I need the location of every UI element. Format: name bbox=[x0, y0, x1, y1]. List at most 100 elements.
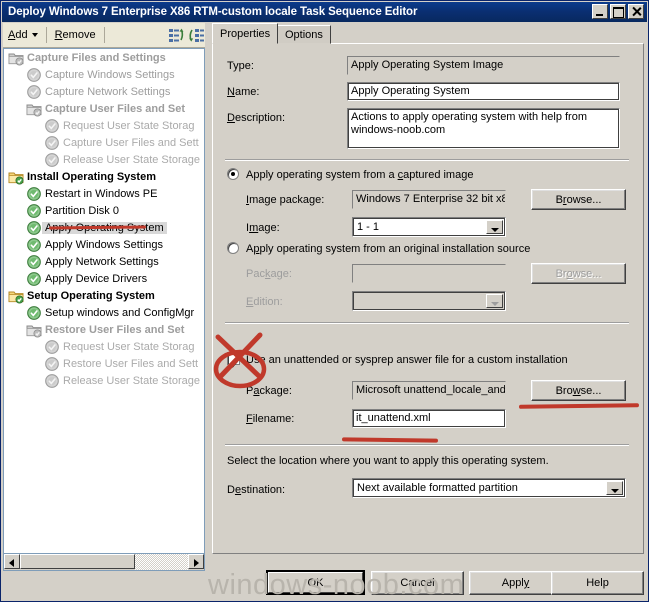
step-gray-icon bbox=[44, 118, 60, 134]
radio-captured-image[interactable] bbox=[227, 168, 239, 180]
tree-item-label: Partition Disk 0 bbox=[45, 204, 119, 217]
help-button-label: Help bbox=[586, 577, 609, 589]
tree-item[interactable]: Install Operating System bbox=[4, 168, 204, 185]
add-button[interactable]: Add bbox=[3, 26, 43, 44]
image-package-browse-button[interactable]: Br owse... bbox=[531, 189, 626, 210]
tree-item-label: Install Operating System bbox=[27, 170, 156, 183]
chevron-down-icon bbox=[486, 294, 503, 308]
edition-combobox bbox=[352, 291, 506, 311]
filename-input[interactable]: it_unattend.xml bbox=[352, 409, 506, 428]
tree-item-label: Capture User Files and Sett bbox=[63, 136, 199, 149]
tree-item[interactable]: Restore User Files and Sett bbox=[4, 355, 204, 372]
tree-item[interactable]: Restart in Windows PE bbox=[4, 185, 204, 202]
unattend-package-value: Microsoft unattend_locale_and bbox=[352, 381, 506, 400]
tree-item-label: Release User State Storage bbox=[63, 153, 200, 166]
folder-gray-icon bbox=[8, 50, 24, 66]
tree-toolbar: Add Remove bbox=[3, 23, 205, 48]
tree-item[interactable]: Apply Device Drivers bbox=[4, 270, 204, 287]
chevron-down-icon[interactable] bbox=[486, 220, 503, 234]
tree-item[interactable]: Setup windows and ConfigMgr bbox=[4, 304, 204, 321]
cancel-button[interactable]: Cancel bbox=[371, 571, 464, 595]
folder-gray-icon bbox=[26, 101, 42, 117]
step-green-icon bbox=[26, 220, 42, 236]
radio-original-source[interactable] bbox=[227, 242, 239, 254]
tree-item[interactable]: Apply Operating System bbox=[4, 219, 204, 236]
folder-yellow-icon bbox=[8, 288, 24, 304]
tree-item-label: Request User State Storag bbox=[63, 340, 195, 353]
step-green-icon bbox=[26, 237, 42, 253]
description-input[interactable]: Actions to apply operating system with h… bbox=[347, 108, 620, 149]
unattend-checkbox-label: Use an unattended or sysprep answer file… bbox=[246, 354, 568, 366]
ok-button[interactable]: OK bbox=[266, 570, 365, 595]
chevron-down-icon[interactable] bbox=[606, 481, 623, 495]
tree-item[interactable]: Release User State Storage bbox=[4, 151, 204, 168]
filename-label: Filename: bbox=[246, 413, 295, 425]
step-gray-icon bbox=[44, 339, 60, 355]
image-package-label: Image package: bbox=[246, 194, 325, 206]
toolbar-separator-1 bbox=[45, 27, 47, 43]
tree-item[interactable]: Capture Windows Settings bbox=[4, 66, 204, 83]
name-input[interactable]: Apply Operating System bbox=[347, 82, 620, 101]
step-gray-icon bbox=[44, 356, 60, 372]
tree-item-label: Setup windows and ConfigMgr bbox=[45, 306, 195, 319]
unattend-package-browse-button[interactable]: Bro w se... bbox=[531, 380, 626, 401]
apply-button[interactable]: Apply bbox=[469, 571, 562, 595]
tree-item[interactable]: Partition Disk 0 bbox=[4, 202, 204, 219]
tree-item[interactable]: Apply Windows Settings bbox=[4, 236, 204, 253]
tree-item-label: Apply Operating System bbox=[42, 221, 167, 234]
image-package-value: Windows 7 Enterprise 32 bit x8 bbox=[352, 190, 506, 209]
apply-button-label: Apply bbox=[501, 577, 530, 589]
image-combobox-value: 1 - 1 bbox=[357, 221, 380, 233]
step-gray-icon bbox=[44, 373, 60, 389]
tree-item[interactable]: Release User State Storage bbox=[4, 372, 204, 389]
minimize-icon[interactable] bbox=[592, 4, 608, 19]
type-label: Type: bbox=[227, 60, 254, 72]
radio-original-source-label: Apply operating system from an original … bbox=[246, 243, 531, 255]
help-button[interactable]: Help bbox=[551, 571, 644, 595]
tree-item[interactable]: Apply Network Settings bbox=[4, 253, 204, 270]
image-combobox[interactable]: 1 - 1 bbox=[352, 217, 506, 237]
step-gray-icon bbox=[44, 135, 60, 151]
tree-item-label: Apply Windows Settings bbox=[45, 238, 163, 251]
move-up-icon[interactable] bbox=[167, 26, 185, 44]
tab-properties[interactable]: Properties bbox=[212, 23, 279, 44]
tree-item-label: Capture Windows Settings bbox=[45, 68, 175, 81]
task-sequence-tree[interactable]: Capture Files and Settings Capture Window… bbox=[3, 48, 205, 554]
destination-label: Destination: bbox=[227, 484, 286, 496]
toolbar-separator-2 bbox=[103, 27, 105, 43]
move-down-icon[interactable] bbox=[187, 26, 205, 44]
unattend-package-label: Package: bbox=[246, 385, 292, 397]
step-green-icon bbox=[26, 186, 42, 202]
tab-options-label: Options bbox=[285, 28, 323, 41]
separator-1 bbox=[225, 159, 629, 161]
maximize-icon[interactable] bbox=[610, 4, 626, 19]
tree-item-label: Apply Device Drivers bbox=[45, 272, 148, 285]
tree-item[interactable]: Request User State Storag bbox=[4, 338, 204, 355]
tree-item[interactable]: Capture Files and Settings bbox=[4, 49, 204, 66]
tab-strip: Properties Options bbox=[212, 23, 644, 44]
image-label: Image: bbox=[246, 222, 280, 234]
add-button-label-rest: dd bbox=[15, 29, 28, 41]
tree-item[interactable]: Setup Operating System bbox=[4, 287, 204, 304]
remove-button-label-rest: emove bbox=[62, 29, 96, 41]
tree-item[interactable]: Capture User Files and Set bbox=[4, 100, 204, 117]
tree-item[interactable]: Request User State Storag bbox=[4, 117, 204, 134]
package-value bbox=[352, 264, 506, 283]
tree-item-label: Capture User Files and Set bbox=[45, 102, 185, 115]
task-sequence-editor-window: Deploy Windows 7 Enterprise X86 RTM-cust… bbox=[0, 0, 649, 602]
tree-item-label: Apply Network Settings bbox=[45, 255, 159, 268]
step-gray-icon bbox=[26, 67, 42, 83]
folder-yellow-icon bbox=[8, 169, 24, 185]
tree-item[interactable]: Capture Network Settings bbox=[4, 83, 204, 100]
remove-button[interactable]: Remove bbox=[50, 26, 101, 44]
destination-combobox[interactable]: Next available formatted partition bbox=[352, 478, 626, 498]
tree-item-label: Restore User Files and Sett bbox=[63, 357, 199, 370]
destination-hint: Select the location where you want to ap… bbox=[227, 455, 549, 467]
tree-item[interactable]: Capture User Files and Sett bbox=[4, 134, 204, 151]
step-green-icon bbox=[26, 271, 42, 287]
tree-item[interactable]: Restore User Files and Set bbox=[4, 321, 204, 338]
close-icon[interactable] bbox=[628, 4, 644, 19]
destination-combobox-value: Next available formatted partition bbox=[357, 482, 518, 494]
unattend-checkbox[interactable] bbox=[227, 352, 240, 365]
tab-options[interactable]: Options bbox=[277, 25, 331, 44]
